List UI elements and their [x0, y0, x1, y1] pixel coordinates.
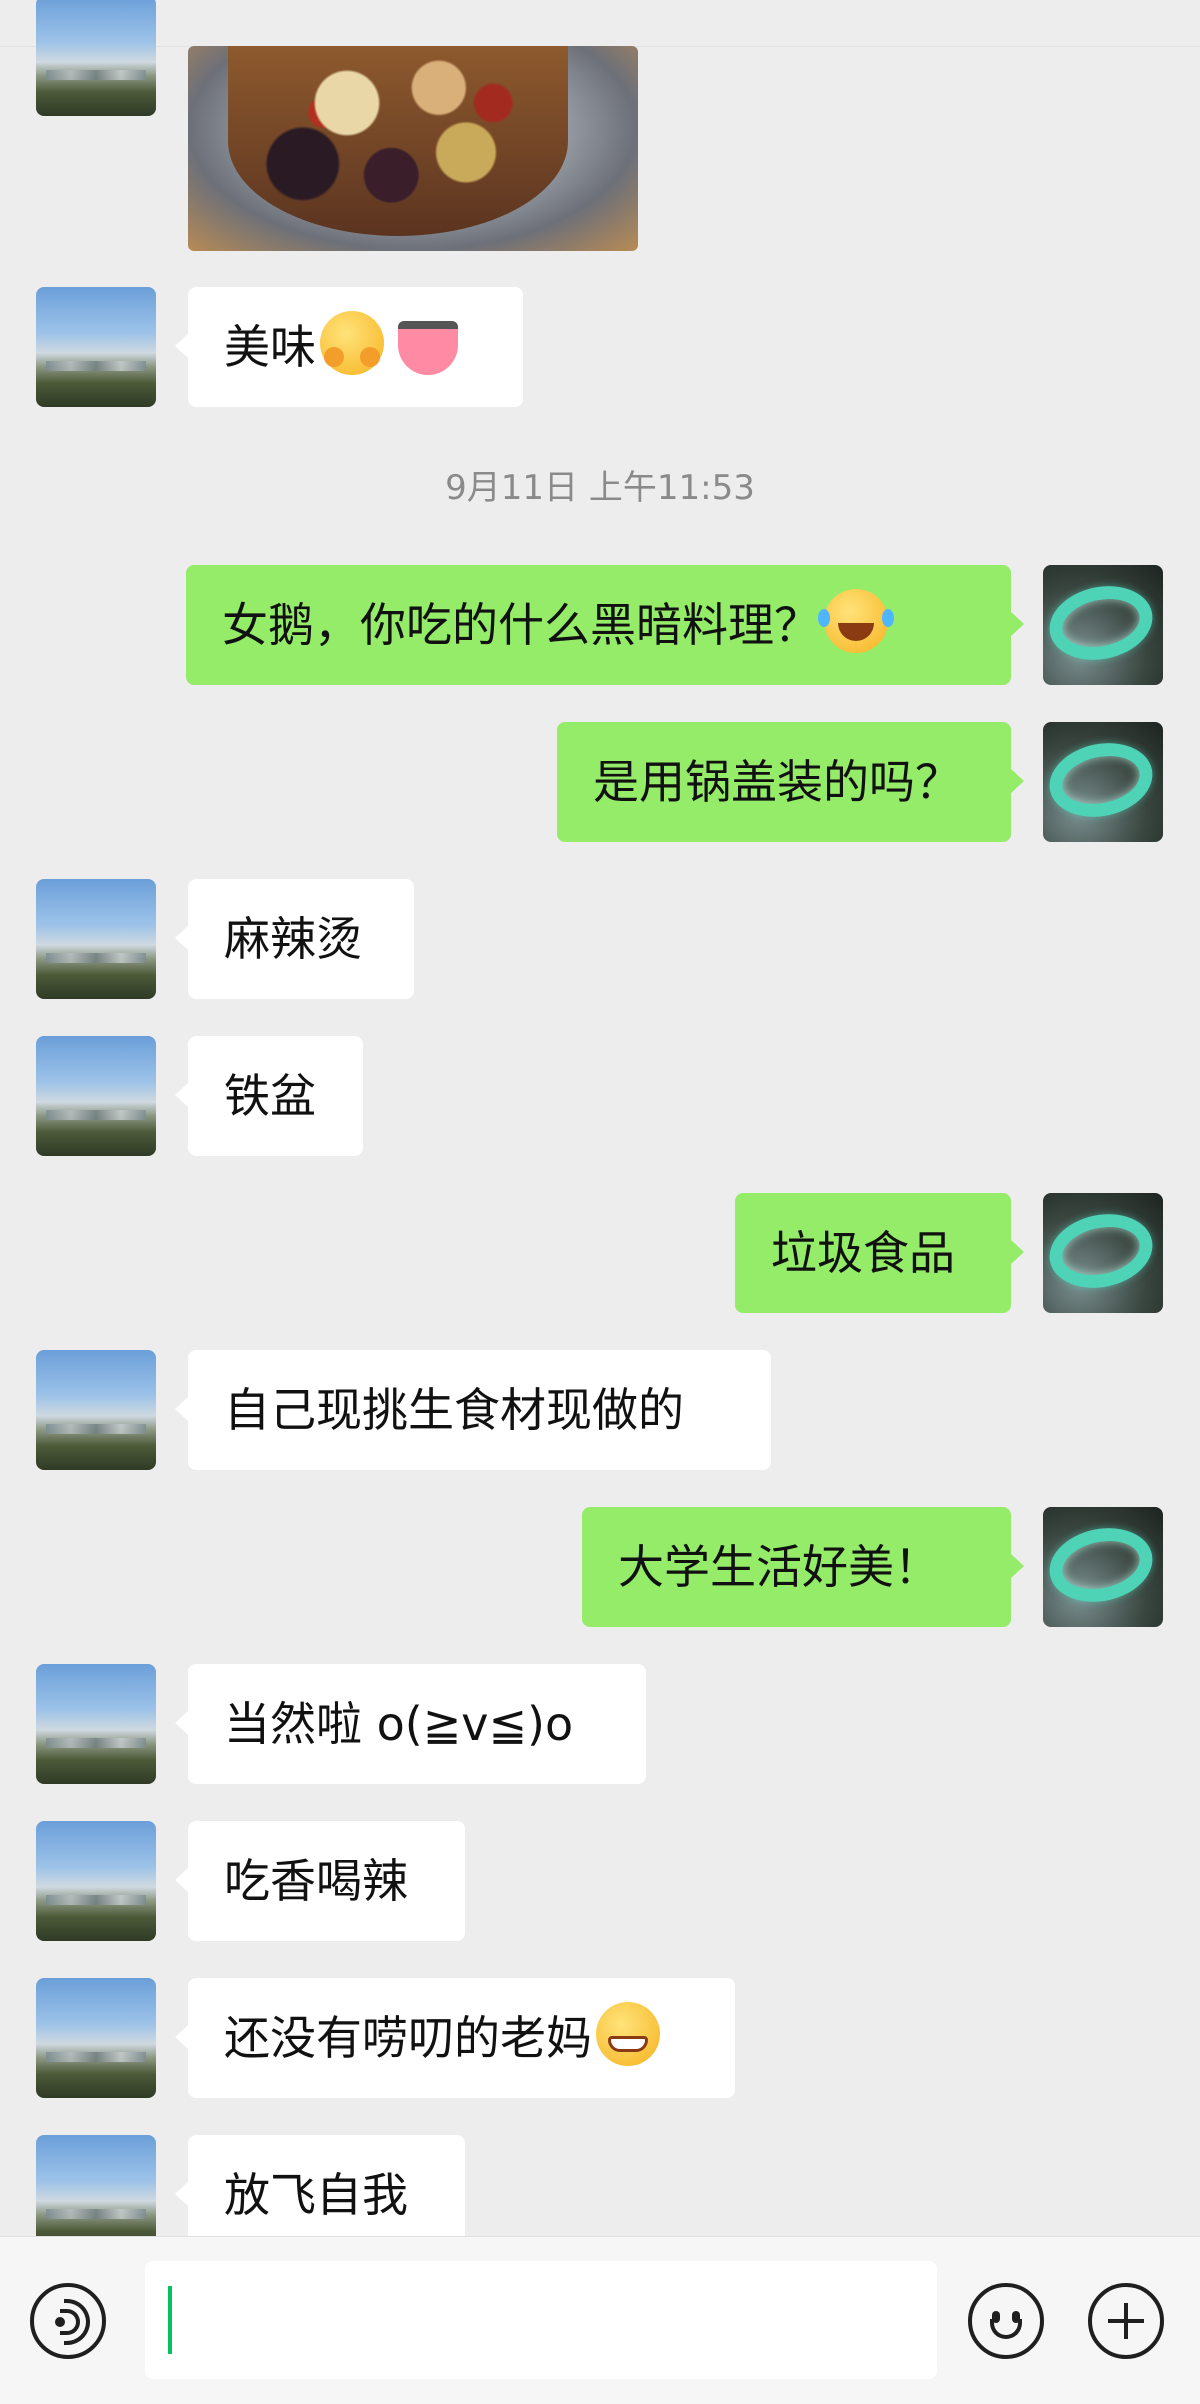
plus-icon[interactable]	[1088, 2283, 1164, 2359]
contact-avatar[interactable]	[36, 1350, 156, 1470]
message-incoming[interactable]: 自己现挑生食材现做的	[175, 1350, 771, 1470]
text-caret	[168, 2286, 172, 2354]
contact-avatar[interactable]	[36, 0, 156, 116]
message-outgoing[interactable]: 是用锅盖装的吗？	[557, 722, 1024, 842]
my-avatar[interactable]	[1043, 722, 1163, 842]
message-text: 当然啦 o(≧v≦)o	[224, 1697, 574, 1751]
message-incoming[interactable]: 放飞自我	[175, 2135, 465, 2236]
message-outgoing[interactable]: 女鹅，你吃的什么黑暗料理？	[186, 565, 1024, 685]
message-text: 垃圾食品	[771, 1226, 955, 1280]
message-incoming[interactable]: 麻辣烫	[175, 879, 414, 999]
tears-of-joy-icon	[818, 589, 888, 653]
message-text: 放飞自我	[224, 2168, 408, 2222]
emoji-icon[interactable]	[968, 2283, 1044, 2359]
message-text: 是用锅盖装的吗？	[593, 755, 961, 809]
message-incoming[interactable]: 吃香喝辣	[175, 1821, 465, 1941]
contact-avatar[interactable]	[36, 1978, 156, 2098]
contact-avatar[interactable]	[36, 287, 156, 407]
food-photo	[228, 46, 568, 236]
message-incoming[interactable]: 美味	[175, 287, 523, 407]
message-text: 自己现挑生食材现做的	[224, 1383, 684, 1437]
message-incoming[interactable]: 当然啦 o(≧v≦)o	[175, 1664, 646, 1784]
message-text: 大学生活好美！	[618, 1540, 940, 1594]
message-text: 美味	[224, 320, 316, 374]
contact-avatar[interactable]	[36, 1036, 156, 1156]
message-text: 铁盆	[224, 1069, 316, 1123]
message-incoming[interactable]: 还没有唠叨的老妈	[175, 1978, 735, 2098]
food-photo-message[interactable]	[188, 46, 638, 251]
contact-avatar[interactable]	[36, 1664, 156, 1784]
voice-icon[interactable]	[30, 2283, 106, 2359]
timestamp: 9月11日 上午11:53	[445, 468, 755, 508]
message-text: 还没有唠叨的老妈	[224, 2011, 592, 2065]
message-text: 女鹅，你吃的什么黑暗料理？	[222, 598, 820, 652]
tongue-icon	[398, 321, 458, 375]
contact-avatar[interactable]	[36, 879, 156, 999]
message-text: 吃香喝辣	[224, 1854, 408, 1908]
contact-avatar[interactable]	[36, 2135, 156, 2236]
contact-avatar[interactable]	[36, 1821, 156, 1941]
message-input[interactable]	[145, 2261, 937, 2379]
my-avatar[interactable]	[1043, 1193, 1163, 1313]
my-avatar[interactable]	[1043, 565, 1163, 685]
message-incoming[interactable]: 铁盆	[175, 1036, 363, 1156]
message-outgoing[interactable]: 垃圾食品	[735, 1193, 1024, 1313]
message-outgoing[interactable]: 大学生活好美！	[582, 1507, 1024, 1627]
message-text: 麻辣烫	[224, 912, 362, 966]
grinning-face-icon	[596, 2002, 660, 2066]
hugging-face-icon	[320, 311, 384, 375]
my-avatar[interactable]	[1043, 1507, 1163, 1627]
chat-area[interactable]: 美味 9月11日 上午11:53 女鹅，你吃的什么黑暗料理？ 是用锅盖装的吗？ …	[0, 0, 1200, 2236]
